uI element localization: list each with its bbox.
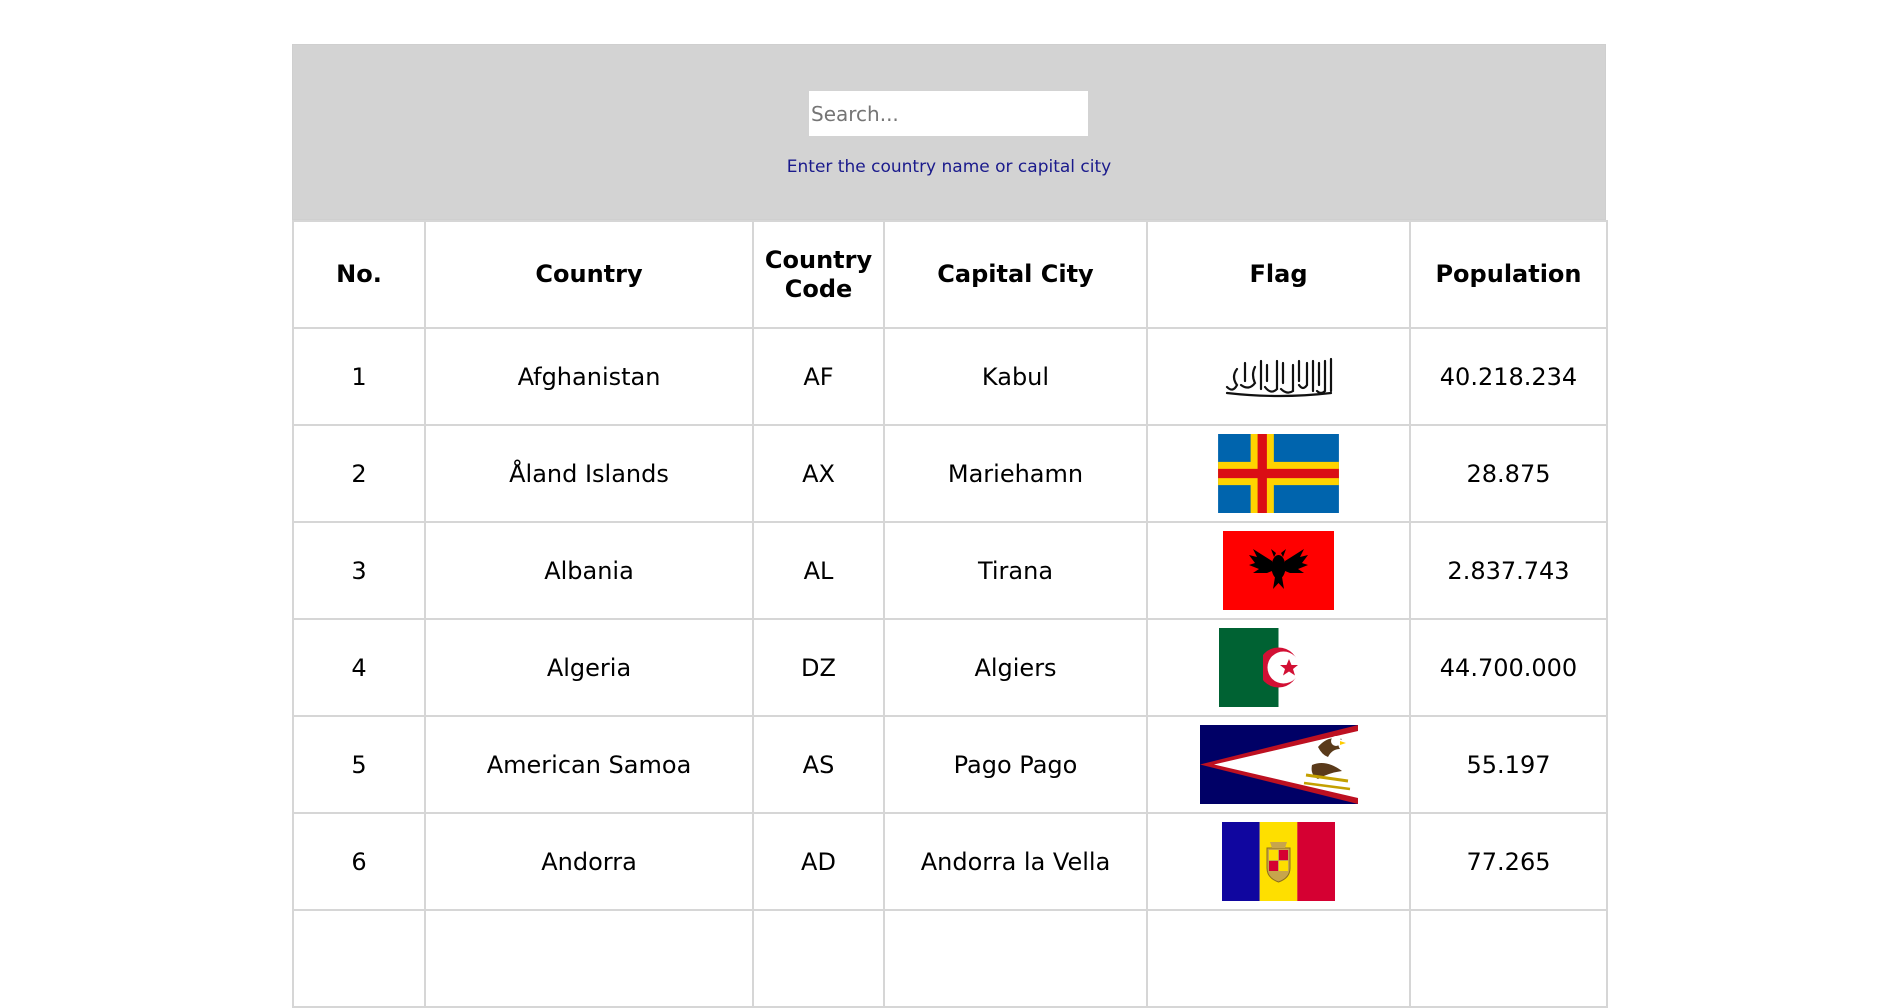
cell-country: Afghanistan [424, 327, 754, 426]
cell-country: Andorra [424, 812, 754, 911]
albania-flag-icon [1223, 531, 1334, 610]
cell-no: 6 [292, 812, 426, 911]
cell-flag [1146, 812, 1411, 911]
header-capital-city: Capital City [883, 220, 1148, 329]
andorra-flag-icon [1222, 822, 1335, 901]
table-row: 5 American Samoa AS Pago Pago 55.197 [292, 715, 1608, 814]
cell-no: 3 [292, 521, 426, 620]
cell-no: 4 [292, 618, 426, 717]
table-row: 3 Albania AL Tirana 2.837.743 [292, 521, 1608, 620]
cell-population: 44.700.000 [1409, 618, 1608, 717]
cell-flag [1146, 327, 1411, 426]
cell-flag [1146, 521, 1411, 620]
header-population: Population [1409, 220, 1608, 329]
cell-no: 2 [292, 424, 426, 523]
search-panel: Enter the country name or capital city [292, 44, 1606, 220]
search-input[interactable] [809, 91, 1088, 136]
cell-country: Algeria [424, 618, 754, 717]
cell-flag [1146, 715, 1411, 814]
table-row: 2 Åland Islands AX Mariehamn 28.875 [292, 424, 1608, 523]
afghanistan-flag-icon [1222, 354, 1335, 399]
cell-capital-city [883, 909, 1148, 1008]
cell-population: 2.837.743 [1409, 521, 1608, 620]
cell-population: 40.218.234 [1409, 327, 1608, 426]
cell-country-code: AF [752, 327, 885, 426]
header-no: No. [292, 220, 426, 329]
cell-flag [1146, 909, 1411, 1008]
countries-app: Enter the country name or capital city N… [292, 44, 1608, 1008]
cell-capital-city: Tirana [883, 521, 1148, 620]
aland-islands-flag-icon [1218, 434, 1339, 513]
cell-flag [1146, 424, 1411, 523]
cell-country-code: AL [752, 521, 885, 620]
table-row: 6 Andorra AD Andorra la Vella 77.265 [292, 812, 1608, 911]
cell-country-code: DZ [752, 618, 885, 717]
cell-capital-city: Pago Pago [883, 715, 1148, 814]
cell-country-code: AX [752, 424, 885, 523]
american-samoa-flag-icon [1199, 725, 1358, 804]
algeria-flag-icon [1219, 628, 1338, 707]
cell-population: 55.197 [1409, 715, 1608, 814]
cell-no: 1 [292, 327, 426, 426]
header-country: Country [424, 220, 754, 329]
header-flag: Flag [1146, 220, 1411, 329]
cell-capital-city: Kabul [883, 327, 1148, 426]
cell-country [424, 909, 754, 1008]
cell-country: American Samoa [424, 715, 754, 814]
header-country-code: Country Code [752, 220, 885, 329]
cell-capital-city: Algiers [883, 618, 1148, 717]
cell-flag [1146, 618, 1411, 717]
cell-country-code: AS [752, 715, 885, 814]
table-row [292, 909, 1608, 1008]
countries-table: No. Country Country Code Capital City Fl… [292, 220, 1608, 1008]
cell-country: Åland Islands [424, 424, 754, 523]
cell-population: 77.265 [1409, 812, 1608, 911]
cell-capital-city: Mariehamn [883, 424, 1148, 523]
table-header-row: No. Country Country Code Capital City Fl… [292, 220, 1608, 329]
cell-population: 28.875 [1409, 424, 1608, 523]
cell-country-code [752, 909, 885, 1008]
cell-population [1409, 909, 1608, 1008]
cell-no [292, 909, 426, 1008]
cell-no: 5 [292, 715, 426, 814]
search-hint: Enter the country name or capital city [786, 157, 1112, 177]
table-row: 4 Algeria DZ Algiers 44.700.000 [292, 618, 1608, 717]
cell-capital-city: Andorra la Vella [883, 812, 1148, 911]
table-row: 1 Afghanistan AF Kabul 40.218.234 [292, 327, 1608, 426]
cell-country: Albania [424, 521, 754, 620]
cell-country-code: AD [752, 812, 885, 911]
